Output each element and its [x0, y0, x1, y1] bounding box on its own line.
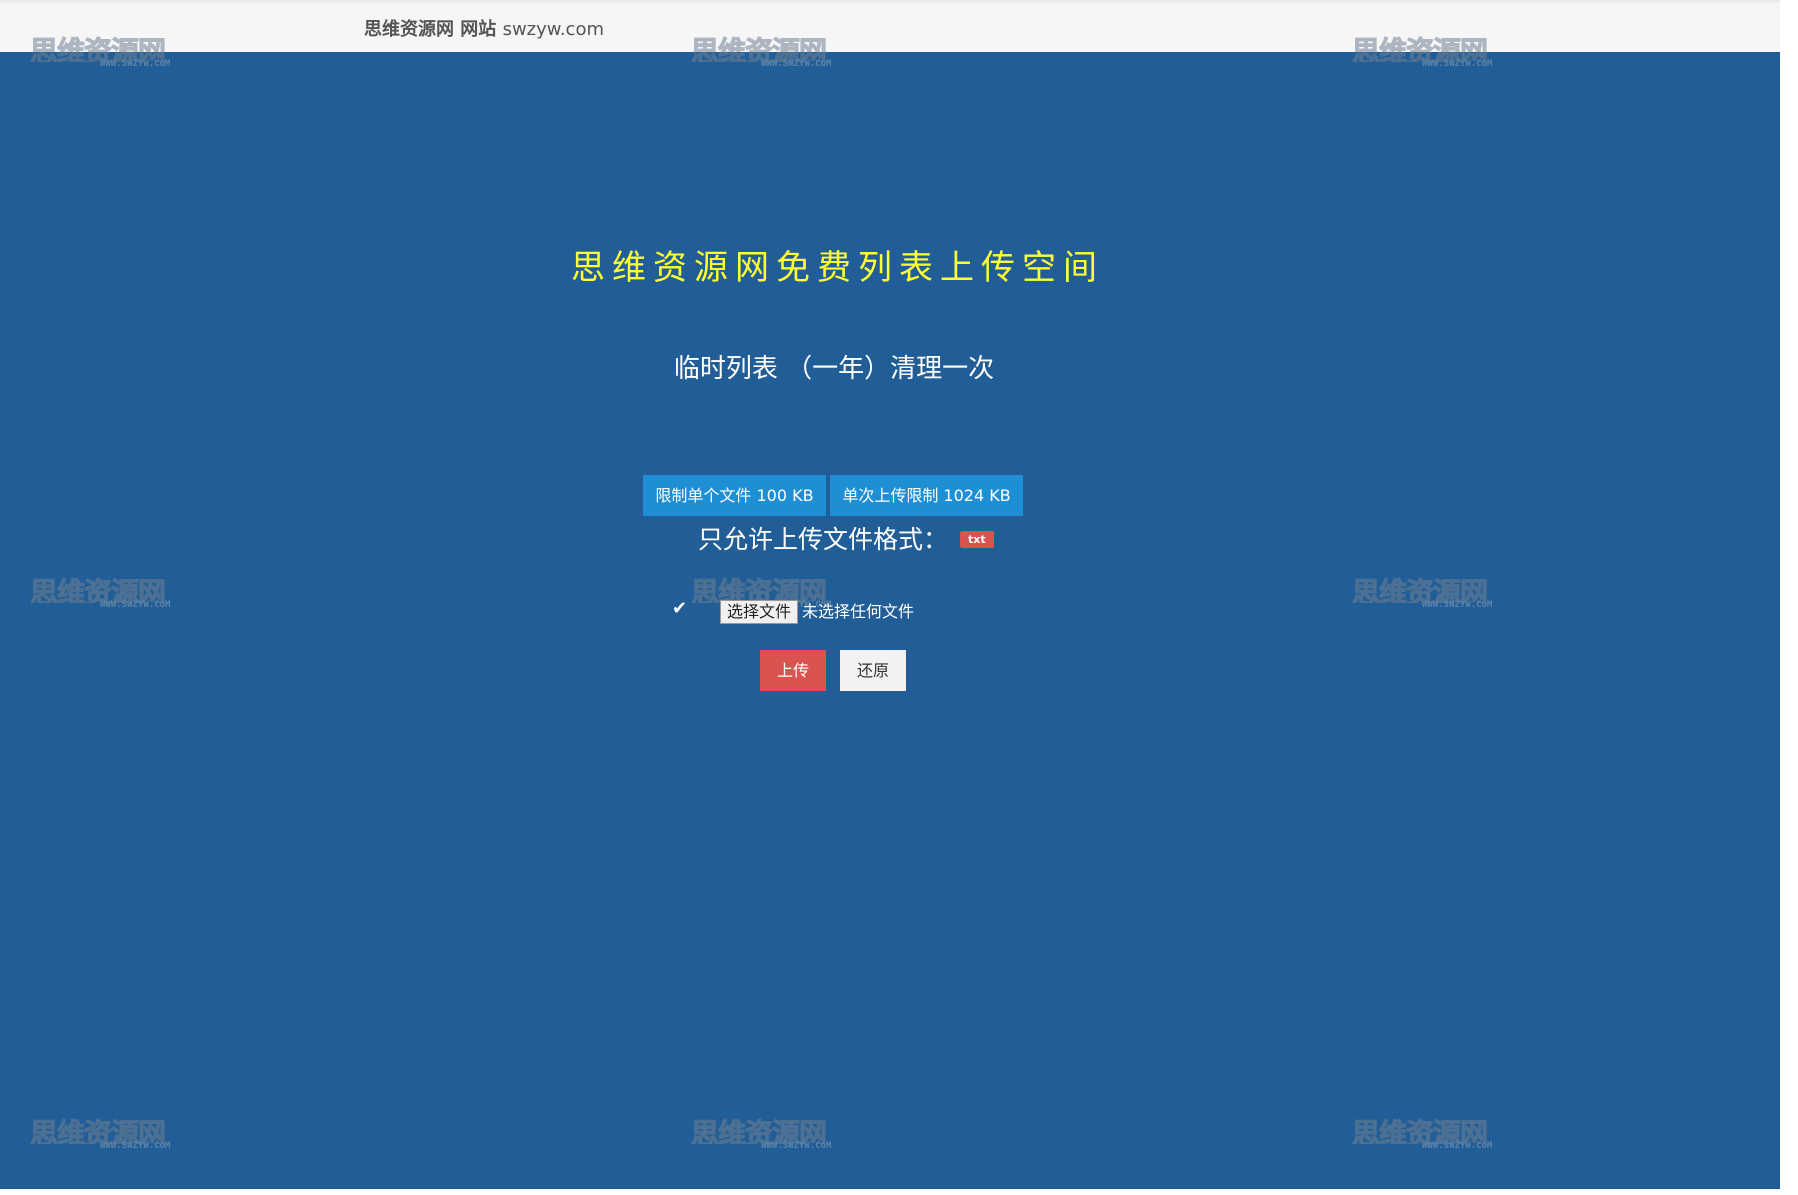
format-badge-txt: txt: [960, 530, 994, 548]
watermark-url: WWW.SWZYW.CoM: [761, 1141, 832, 1151]
watermark-logo: 思维资源网 WWW.SWZYW.CoM: [30, 30, 190, 72]
watermark-logo: 思维资源网 WWW.SWZYW.CoM: [1352, 1112, 1512, 1154]
choose-file-button[interactable]: 选择文件: [720, 600, 799, 624]
checkmark-icon: ✔: [672, 598, 688, 619]
watermark-url: WWW.SWZYW.CoM: [1422, 1141, 1493, 1151]
watermark-url: WWW.SWZYW.CoM: [761, 59, 832, 69]
reset-button[interactable]: 还原: [840, 650, 906, 691]
watermark-url: WWW.SWZYW.CoM: [100, 1141, 171, 1151]
watermark-url: WWW.SWZYW.CoM: [100, 600, 171, 610]
upload-button[interactable]: 上传: [760, 650, 826, 691]
top-bar: 思维资源网 网站 swzyw.com: [0, 0, 1798, 52]
site-title: 思维资源网 网站 swzyw.com: [364, 15, 604, 41]
page-subtitle: 临时列表 （一年）清理一次: [673, 354, 995, 384]
file-input[interactable]: 选择文件 未选择任何文件: [720, 598, 915, 624]
watermark-url: WWW.SWZYW.CoM: [1422, 600, 1493, 610]
watermark-url: WWW.SWZYW.CoM: [100, 59, 171, 69]
site-name: 思维资源网 网站: [364, 19, 497, 40]
watermark-logo: 思维资源网 WWW.SWZYW.CoM: [1352, 571, 1512, 613]
watermark-text: 思维资源网: [30, 35, 167, 63]
watermark-logo: 思维资源网 WWW.SWZYW.CoM: [691, 1112, 851, 1154]
watermark-logo: 思维资源网 WWW.SWZYW.CoM: [30, 1112, 190, 1154]
scrollbar-track[interactable]: [1780, 0, 1798, 1195]
bottom-edge: [0, 1189, 1798, 1195]
watermark-text: 思维资源网: [691, 1117, 828, 1145]
watermark-text: 思维资源网: [691, 35, 828, 63]
allowed-formats-label: 只允许上传文件格式：: [698, 525, 949, 554]
site-url: swzyw.com: [502, 19, 604, 40]
page-title: 思维资源网免费列表上传空间: [571, 248, 1104, 288]
watermark-text: 思维资源网: [30, 1117, 167, 1145]
watermark-text: 思维资源网: [30, 576, 167, 604]
watermark-logo: 思维资源网 WWW.SWZYW.CoM: [1352, 30, 1512, 72]
file-status: 未选择任何文件: [802, 602, 915, 621]
allowed-formats: 只允许上传文件格式： txt: [698, 520, 994, 556]
total-upload-limit-badge: 单次上传限制 1024 KB: [830, 475, 1023, 516]
watermark-logo: 思维资源网 WWW.SWZYW.CoM: [691, 30, 851, 72]
watermark-url: WWW.SWZYW.CoM: [1422, 59, 1493, 69]
watermark-text: 思维资源网: [1352, 1117, 1489, 1145]
watermark-text: 思维资源网: [1352, 576, 1489, 604]
watermark-logo: 思维资源网 WWW.SWZYW.CoM: [30, 571, 190, 613]
single-file-limit-badge: 限制单个文件 100 KB: [643, 475, 826, 516]
watermark-text: 思维资源网: [1352, 35, 1489, 63]
